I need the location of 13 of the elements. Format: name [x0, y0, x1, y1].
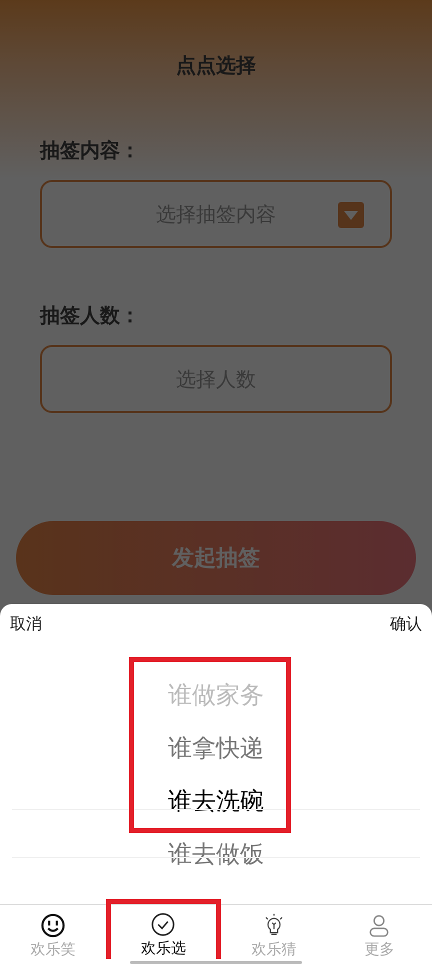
picker-option[interactable]: 谁拿快递 — [168, 722, 264, 775]
page-title: 点点选择 — [175, 52, 257, 79]
dropdown-icon — [338, 202, 364, 228]
smiley-icon — [40, 913, 66, 938]
confirm-button[interactable]: 确认 — [390, 614, 422, 635]
cancel-button[interactable]: 取消 — [10, 614, 42, 635]
tab-item[interactable]: 欢乐笑 — [0, 905, 106, 960]
check-circle-icon — [150, 912, 176, 937]
tab-item[interactable]: 欢乐猜 — [221, 905, 326, 960]
tab-item[interactable]: 更多 — [326, 905, 432, 960]
field-label: 抽签内容： — [40, 137, 141, 164]
picker-option[interactable]: 谁做家务 — [168, 647, 264, 722]
field-label: 抽签人数： — [40, 302, 141, 329]
